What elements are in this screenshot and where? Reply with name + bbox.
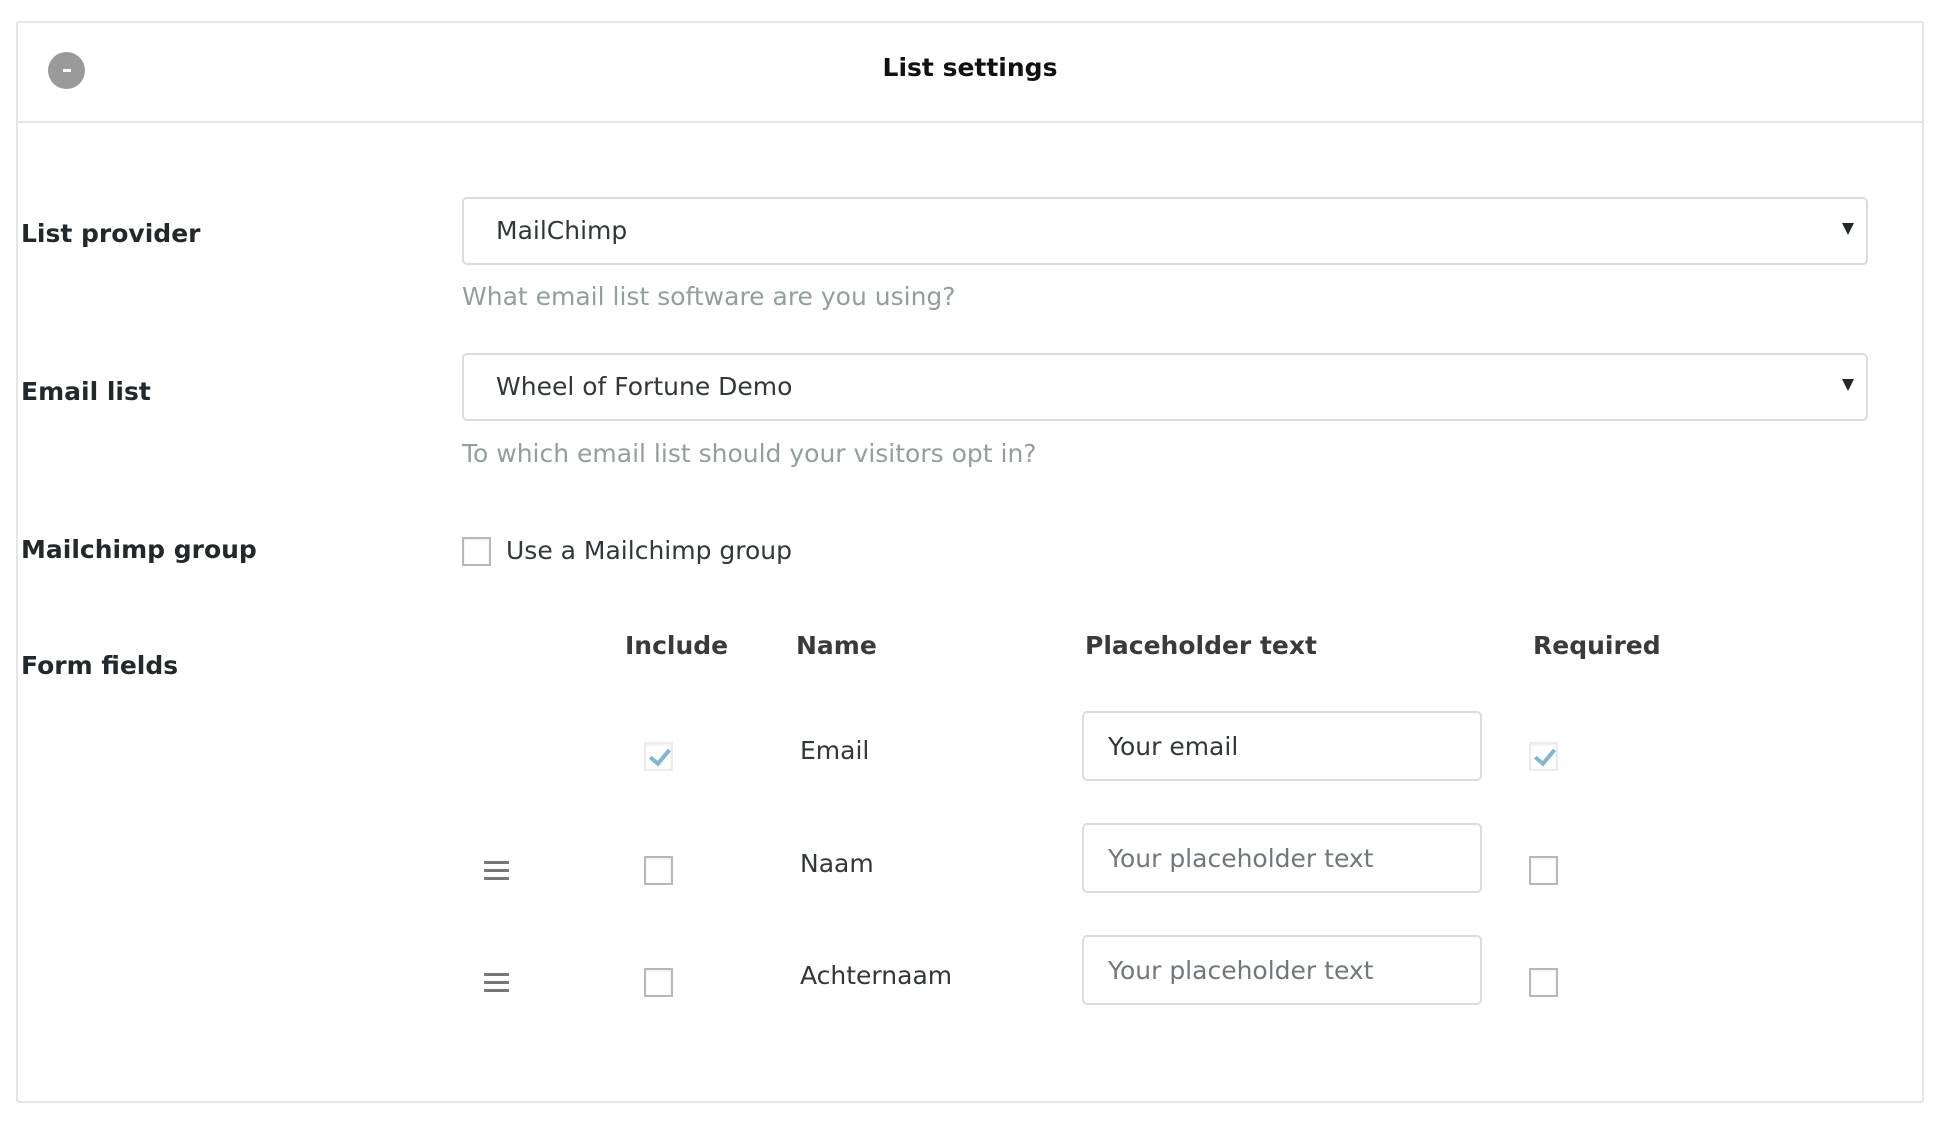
email-list-value: Wheel of Fortune Demo [496, 372, 793, 401]
form-fields-label: Form fields [21, 651, 179, 680]
list-provider-select[interactable]: MailChimp [462, 197, 1868, 265]
column-header-required: Required [1533, 631, 1661, 660]
panel-title: List settings [882, 53, 1058, 82]
mailchimp-group-checkbox-label[interactable]: Use a Mailchimp group [506, 536, 792, 565]
include-checkbox-email [644, 742, 673, 771]
panel-header: List settings [18, 23, 1922, 123]
list-provider-label: List provider [21, 219, 201, 248]
list-provider-help: What email list software are you using? [462, 282, 956, 311]
field-name: Achternaam [800, 961, 953, 990]
required-checkbox-achternaam[interactable] [1529, 968, 1558, 997]
email-list-label: Email list [21, 377, 151, 406]
include-checkbox-achternaam[interactable] [644, 968, 673, 997]
dropdown-arrow-icon [1842, 379, 1854, 391]
email-list-select[interactable]: Wheel of Fortune Demo [462, 353, 1868, 421]
dropdown-arrow-icon [1842, 223, 1854, 235]
required-checkbox-naam[interactable] [1529, 856, 1558, 885]
drag-handle-icon[interactable] [484, 973, 509, 993]
column-header-placeholder: Placeholder text [1085, 631, 1317, 660]
mailchimp-group-checkbox[interactable] [462, 537, 491, 566]
drag-handle-icon[interactable] [484, 861, 509, 881]
column-header-name: Name [796, 631, 877, 660]
column-header-include: Include [625, 631, 729, 660]
field-name: Naam [800, 849, 874, 878]
mailchimp-group-label: Mailchimp group [21, 535, 257, 564]
placeholder-input-achternaam[interactable] [1082, 935, 1482, 1005]
field-name: Email [800, 736, 870, 765]
email-list-help: To which email list should your visitors… [462, 439, 1037, 468]
required-checkbox-email [1529, 742, 1558, 771]
placeholder-input-naam[interactable] [1082, 823, 1482, 893]
list-provider-value: MailChimp [496, 216, 628, 245]
placeholder-input-email[interactable] [1082, 711, 1482, 781]
include-checkbox-naam[interactable] [644, 856, 673, 885]
list-settings-panel: List settings [16, 21, 1924, 1103]
